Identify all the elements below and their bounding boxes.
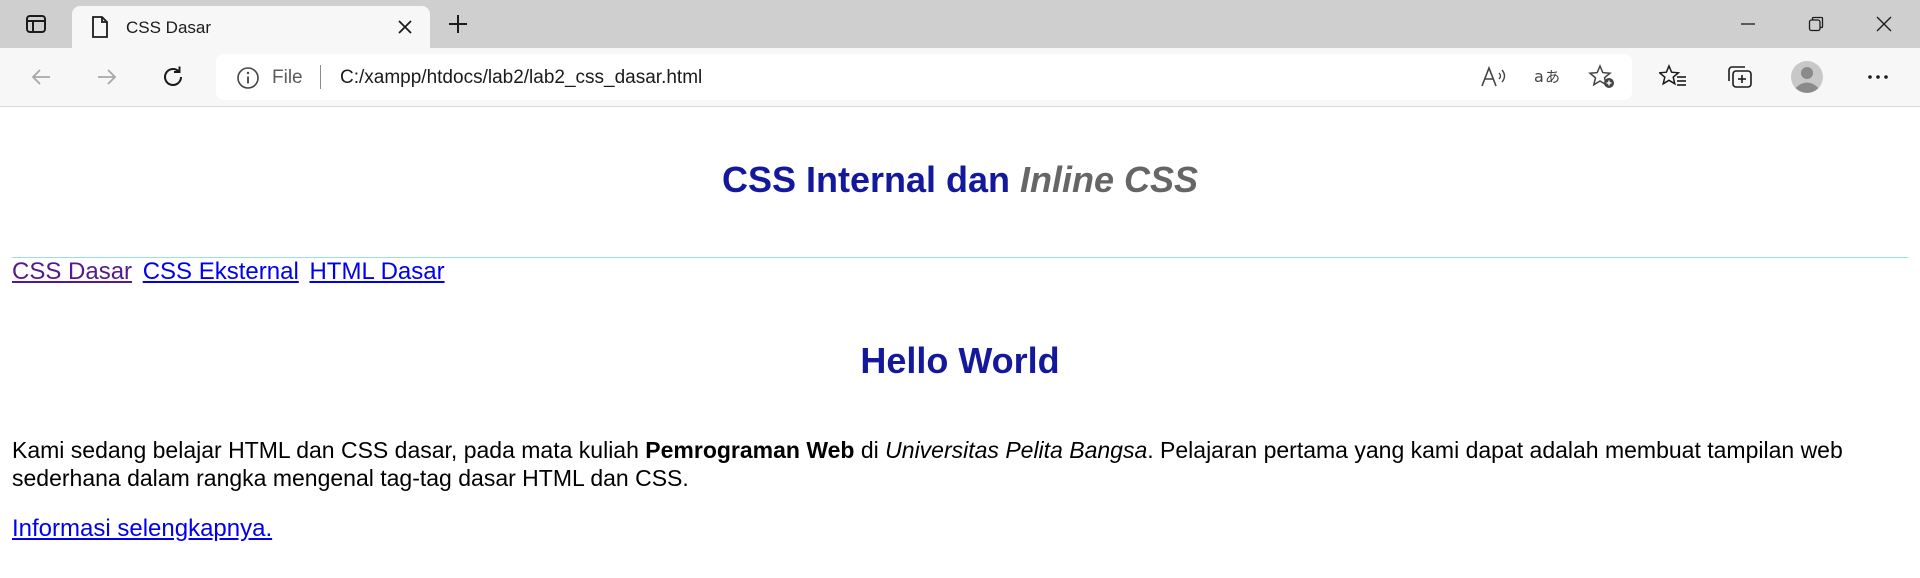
nav-link-html-dasar[interactable]: HTML Dasar	[309, 258, 444, 285]
address-scheme: File	[272, 67, 303, 88]
add-favorite-button[interactable]	[1584, 63, 1620, 91]
more-icon	[1868, 75, 1888, 79]
new-tab-button[interactable]	[440, 8, 476, 40]
page-icon	[92, 16, 108, 38]
back-arrow-icon	[31, 69, 50, 85]
back-button[interactable]	[20, 57, 62, 97]
para-italic: Universitas Pelita Bangsa	[885, 437, 1148, 463]
page-content: CSS Internal dan Inline CSS CSS Dasar CS…	[0, 107, 1920, 578]
svg-text:あ: あ	[1545, 68, 1560, 86]
refresh-button[interactable]	[152, 57, 194, 97]
tab-bar: CSS Dasar	[0, 0, 1920, 48]
forward-arrow-icon	[98, 69, 117, 85]
para-bold: Pemrograman Web	[645, 437, 855, 463]
para-text-1: Kami sedang belajar HTML dan CSS dasar, …	[12, 437, 646, 463]
translate-button[interactable]: a あ	[1530, 63, 1566, 91]
forward-button[interactable]	[86, 57, 128, 97]
favorites-icon	[1659, 64, 1686, 86]
hello-heading: Hello World	[860, 340, 1060, 381]
address-separator	[320, 65, 321, 89]
restore-button[interactable]	[1782, 0, 1850, 48]
nav-links: CSS Dasar CSS Eksternal HTML Dasar	[12, 258, 449, 286]
nav-link-css-eksternal[interactable]: CSS Eksternal	[143, 258, 299, 285]
more-info-link[interactable]: Informasi selengkapnya.	[12, 515, 272, 543]
address-url[interactable]: C:/xampp/htdocs/lab2/lab2_css_dasar.html	[340, 67, 702, 89]
restore-icon	[1808, 16, 1824, 32]
translate-icon: a あ	[1534, 67, 1560, 86]
refresh-icon	[164, 66, 182, 86]
intro-paragraph: Kami sedang belajar HTML dan CSS dasar, …	[12, 436, 1902, 492]
profile-button[interactable]	[1786, 57, 1828, 97]
more-button[interactable]	[1857, 57, 1899, 97]
window-close-button[interactable]	[1850, 0, 1918, 48]
browser-toolbar: File C:/xampp/htdocs/lab2/lab2_css_dasar…	[0, 48, 1920, 107]
add-favorite-icon	[1588, 64, 1614, 88]
info-icon[interactable]	[236, 66, 260, 90]
close-tab-button[interactable]	[392, 14, 418, 40]
read-aloud-icon	[1481, 65, 1506, 87]
address-bar[interactable]: File C:/xampp/htdocs/lab2/lab2_css_dasar…	[216, 54, 1632, 100]
read-aloud-button[interactable]	[1476, 63, 1512, 91]
favorites-button[interactable]	[1652, 57, 1694, 97]
minimize-icon	[1741, 23, 1755, 25]
tab-actions-button[interactable]	[14, 8, 58, 40]
profile-icon	[1791, 61, 1823, 93]
collections-button[interactable]	[1719, 57, 1761, 97]
close-icon	[398, 20, 412, 34]
collections-icon	[1728, 66, 1752, 88]
para-text-2: di	[854, 437, 886, 463]
window-close-icon	[1876, 16, 1892, 32]
page-title: CSS Internal dan Inline CSS	[0, 159, 1920, 201]
page-title-italic: Inline CSS	[1020, 159, 1199, 200]
nav-link-css-dasar[interactable]: CSS Dasar	[12, 258, 132, 285]
plus-icon	[449, 15, 467, 33]
active-tab[interactable]: CSS Dasar	[72, 6, 430, 48]
page-title-main: CSS Internal dan	[721, 159, 1021, 200]
tab-title: CSS Dasar	[126, 18, 212, 37]
svg-text:a: a	[1534, 67, 1544, 86]
tab-actions-icon	[26, 15, 46, 33]
minimize-button[interactable]	[1714, 0, 1782, 48]
